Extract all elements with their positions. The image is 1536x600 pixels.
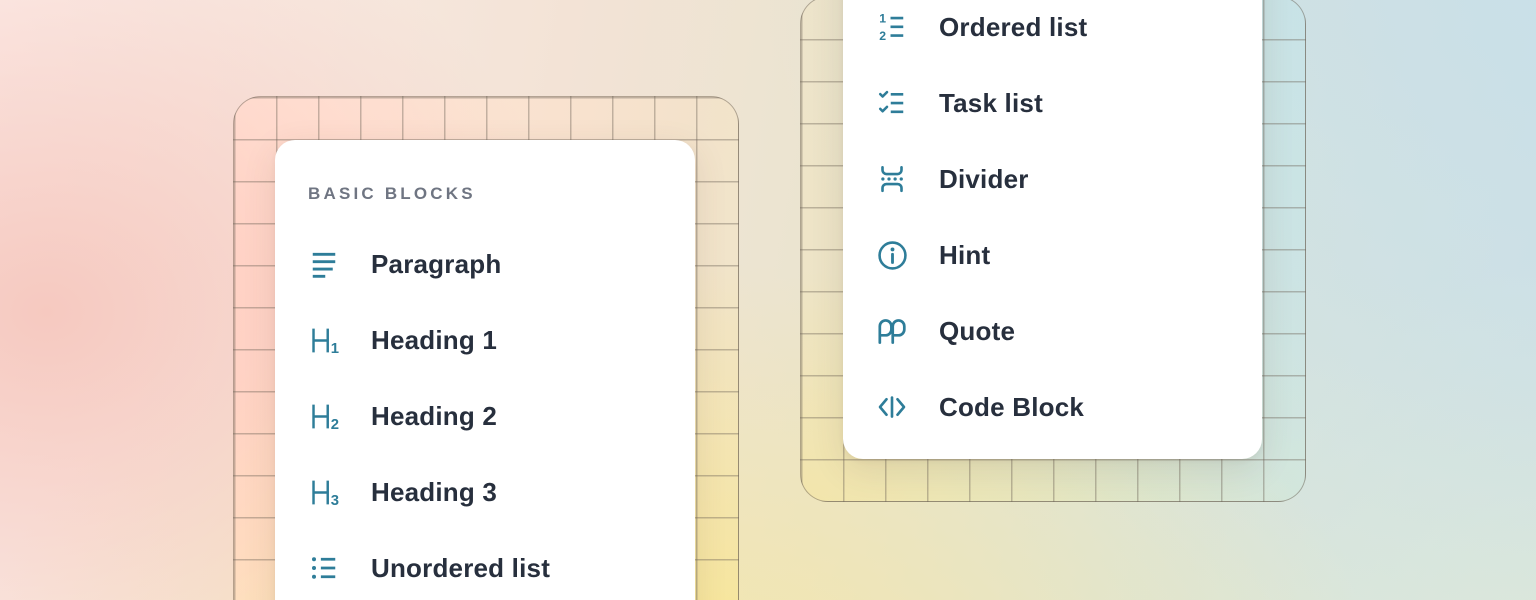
menu-item-label: Quote xyxy=(939,316,1015,347)
task-list-icon xyxy=(876,87,908,119)
menu-item-quote[interactable]: Quote xyxy=(876,293,1262,369)
svg-text:2: 2 xyxy=(879,29,886,42)
paragraph-icon xyxy=(308,248,340,280)
menu-item-hint[interactable]: Hint xyxy=(876,217,1262,293)
heading-3-icon: 3 xyxy=(308,476,340,508)
menu-item-label: Paragraph xyxy=(371,249,501,280)
svg-text:1: 1 xyxy=(330,341,338,356)
svg-text:2: 2 xyxy=(330,417,338,432)
svg-text:3: 3 xyxy=(330,493,338,508)
blocks-menu-list: 12 Ordered list Task list Divider Hint Q… xyxy=(843,0,1262,445)
menu-item-ordered-list[interactable]: 12 Ordered list xyxy=(876,0,1262,65)
menu-item-task-list[interactable]: Task list xyxy=(876,65,1262,141)
background-gradient: BASIC BLOCKS Paragraph 1 Heading 1 2 Hea… xyxy=(0,0,1536,600)
blocks-menu-card-continued: 12 Ordered list Task list Divider Hint Q… xyxy=(843,0,1262,459)
basic-blocks-menu-card: BASIC BLOCKS Paragraph 1 Heading 1 2 Hea… xyxy=(275,140,695,600)
code-block-icon xyxy=(876,391,908,423)
menu-item-label: Heading 2 xyxy=(371,401,497,432)
menu-item-label: Ordered list xyxy=(939,12,1087,43)
heading-2-icon: 2 xyxy=(308,400,340,432)
menu-item-label: Heading 3 xyxy=(371,477,497,508)
menu-item-heading-1[interactable]: 1 Heading 1 xyxy=(308,302,695,378)
heading-1-icon: 1 xyxy=(308,324,340,356)
unordered-list-icon xyxy=(308,552,340,584)
menu-item-label: Unordered list xyxy=(371,553,550,584)
divider-icon xyxy=(876,163,908,195)
menu-item-label: Heading 1 xyxy=(371,325,497,356)
menu-item-label: Task list xyxy=(939,88,1043,119)
menu-item-divider[interactable]: Divider xyxy=(876,141,1262,217)
menu-item-heading-2[interactable]: 2 Heading 2 xyxy=(308,378,695,454)
menu-item-paragraph[interactable]: Paragraph xyxy=(308,226,695,302)
menu-section-header: BASIC BLOCKS xyxy=(308,184,662,204)
basic-blocks-menu-list: Paragraph 1 Heading 1 2 Heading 2 3 Head… xyxy=(275,226,695,600)
svg-text:1: 1 xyxy=(879,12,886,26)
menu-item-label: Divider xyxy=(939,164,1029,195)
quote-icon xyxy=(876,315,908,347)
ordered-list-icon: 12 xyxy=(876,11,908,43)
menu-item-heading-3[interactable]: 3 Heading 3 xyxy=(308,454,695,530)
menu-item-unordered-list[interactable]: Unordered list xyxy=(308,530,695,600)
menu-item-code-block[interactable]: Code Block xyxy=(876,369,1262,445)
hint-icon xyxy=(876,239,908,271)
menu-item-label: Hint xyxy=(939,240,990,271)
menu-item-label: Code Block xyxy=(939,392,1084,423)
